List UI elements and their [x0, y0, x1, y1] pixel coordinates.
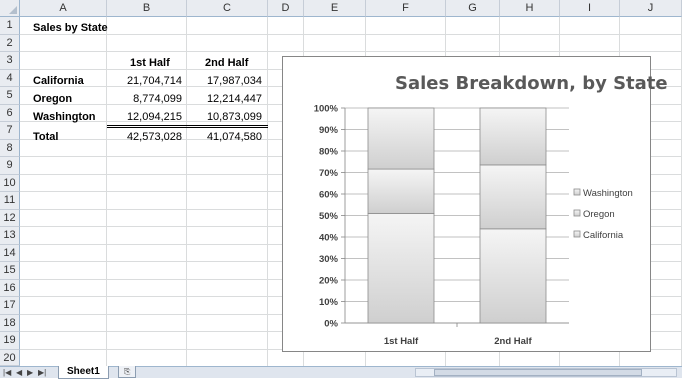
row-header-10[interactable]: 10 — [0, 174, 20, 192]
cell-a1[interactable]: Sales by State — [33, 22, 108, 34]
scrollbar-thumb[interactable] — [434, 369, 642, 376]
y-axis-tick-label: 100% — [314, 104, 339, 115]
y-axis-tick-label: 80% — [319, 147, 339, 158]
y-axis-tick-label: 30% — [319, 254, 339, 265]
bar-oregon-1 — [367, 168, 435, 214]
next-sheet-icon[interactable]: ▶ — [27, 367, 33, 378]
bar-washington-2 — [479, 107, 547, 166]
tab-sheet1[interactable]: Sheet1 — [58, 366, 109, 379]
y-axis-tick-label: 60% — [319, 190, 339, 201]
column-header-e[interactable]: E — [304, 0, 366, 17]
horizontal-scrollbar[interactable] — [415, 368, 677, 377]
row-header-19[interactable]: 19 — [0, 332, 20, 350]
row-header-20[interactable]: 20 — [0, 349, 20, 366]
column-header-j[interactable]: J — [620, 0, 682, 17]
row-header-18[interactable]: 18 — [0, 314, 20, 332]
row-header-16[interactable]: 16 — [0, 279, 20, 297]
last-sheet-icon[interactable]: ▶| — [38, 367, 46, 378]
column-header-c[interactable]: C — [187, 0, 268, 17]
cell-b7[interactable]: 42,573,028 — [107, 131, 182, 143]
row-header-13[interactable]: 13 — [0, 227, 20, 245]
chart-object[interactable]: Sales Breakdown, by State 0% 10% 20% 30% 40%… — [282, 56, 668, 352]
cell-a6[interactable]: Washington — [33, 111, 96, 123]
y-axis-tick-label: 50% — [319, 211, 339, 222]
double-underline-top — [107, 125, 268, 126]
column-header-d[interactable]: D — [268, 0, 304, 17]
y-axis-tick-label: 20% — [319, 276, 339, 287]
bar-oregon-2 — [479, 164, 547, 230]
x-axis-category-label: 1st Half — [384, 336, 419, 347]
legend-label: Oregon — [583, 209, 615, 220]
row-header-15[interactable]: 15 — [0, 262, 20, 280]
chart-plot: 0% 10% 20% 30% 40% 50% 60% 70% 80% 90% 100% 1st Hal… — [314, 104, 633, 348]
cell-b6[interactable]: 12,094,215 — [107, 111, 182, 123]
legend-swatch — [573, 209, 581, 217]
row-header-6[interactable]: 6 — [0, 104, 20, 122]
column-header-g[interactable]: G — [446, 0, 500, 17]
cell-c4[interactable]: 17,987,034 — [187, 75, 262, 87]
y-axis-tick-label: 0% — [324, 319, 338, 330]
column-header-b[interactable]: B — [107, 0, 187, 17]
cell-c7[interactable]: 41,074,580 — [187, 131, 262, 143]
column-header-h[interactable]: H — [500, 0, 560, 17]
bar-washington-1 — [367, 107, 435, 170]
first-sheet-icon[interactable]: |◀ — [3, 367, 11, 378]
cell-a5[interactable]: Oregon — [33, 93, 72, 105]
row-header-17[interactable]: 17 — [0, 297, 20, 315]
cell-b4[interactable]: 21,704,714 — [107, 75, 182, 87]
select-all-corner[interactable] — [0, 0, 20, 17]
row-header-12[interactable]: 12 — [0, 209, 20, 227]
column-header-f[interactable]: F — [366, 0, 446, 17]
row-header-11[interactable]: 11 — [0, 192, 20, 210]
insert-sheet-icon[interactable]: ⎘ — [118, 366, 137, 378]
row-header-7[interactable]: 7 — [0, 122, 20, 140]
row-header-5[interactable]: 5 — [0, 87, 20, 105]
row-header-3[interactable]: 3 — [0, 52, 20, 70]
y-axis-tick-label: 90% — [319, 125, 339, 136]
y-axis-tick-label: 40% — [319, 233, 339, 244]
cell-a4[interactable]: California — [33, 75, 84, 87]
gridline-horizontal — [20, 33, 682, 35]
spreadsheet-grid[interactable]: ABCDEFGHIJ 1 2 3 4 5 6 7 8 9 10 11 12 13 14 15 16 17 18 19… — [0, 0, 682, 367]
gridline-horizontal — [20, 51, 682, 52]
y-axis-tick-label: 70% — [319, 168, 339, 179]
column-header-a[interactable]: A — [20, 0, 107, 17]
legend-swatch — [573, 230, 581, 238]
row-header-14[interactable]: 14 — [0, 244, 20, 262]
double-underline-bottom — [107, 127, 268, 128]
cell-c5[interactable]: 12,214,447 — [187, 93, 262, 105]
bar-california-1 — [367, 212, 435, 324]
cell-b5[interactable]: 8,774,099 — [107, 93, 182, 105]
legend-label: Washington — [583, 188, 633, 199]
y-axis-tick-label: 10% — [319, 297, 339, 308]
column-header-i[interactable]: I — [560, 0, 620, 17]
sheet-tab-bar: |◀ ◀ ▶ ▶| Sheet1 ⎘ — [0, 366, 682, 379]
row-header-4[interactable]: 4 — [0, 69, 20, 87]
x-axis-category-label: 2nd Half — [494, 336, 532, 347]
legend-label: California — [583, 230, 624, 241]
row-header-9[interactable]: 9 — [0, 157, 20, 175]
cell-c3[interactable]: 2nd Half — [205, 57, 248, 69]
cell-a7[interactable]: Total — [33, 131, 58, 143]
bar-california-2 — [479, 228, 547, 324]
row-header-8[interactable]: 8 — [0, 139, 20, 157]
cell-c6[interactable]: 10,873,099 — [187, 111, 262, 123]
prev-sheet-icon[interactable]: ◀ — [16, 367, 22, 378]
row-header-2[interactable]: 2 — [0, 34, 20, 52]
cell-b3[interactable]: 1st Half — [130, 57, 170, 69]
row-header-1[interactable]: 1 — [0, 17, 20, 35]
legend-swatch — [573, 188, 581, 196]
